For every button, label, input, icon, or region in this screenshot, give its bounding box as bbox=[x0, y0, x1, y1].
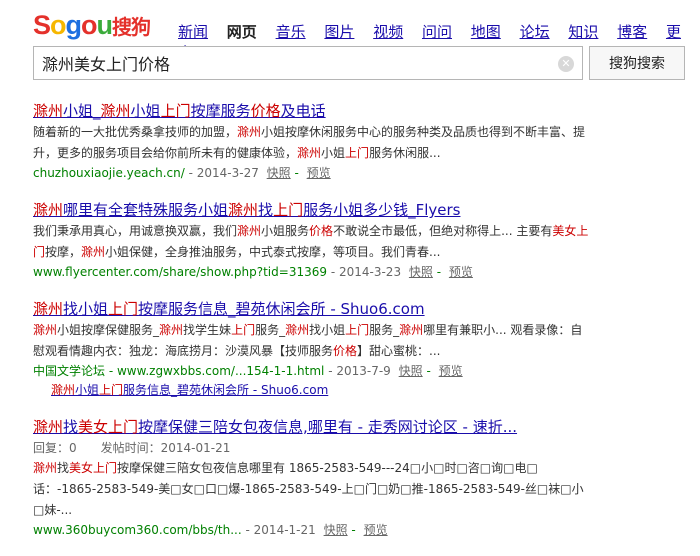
nav-item-news[interactable]: 新闻 bbox=[178, 23, 208, 41]
sogou-logo[interactable]: Sogou搜狗 bbox=[33, 10, 165, 40]
result-url-line: www.360buycom360.com/bbs/th... - 2014-1-… bbox=[33, 523, 388, 537]
snapshot-link[interactable]: 快照 bbox=[324, 523, 348, 537]
result-date: - 2014-3-27 bbox=[188, 166, 259, 180]
nav-item-forum[interactable]: 论坛 bbox=[520, 23, 550, 41]
result-item: 滁州找小姐上门按摩服务信息_碧苑休闲会所 - Shuo6.com 滁州小姐按摩保… bbox=[33, 298, 593, 400]
result-title[interactable]: 滁州哪里有全套特殊服务小姐滁州找上门服务小姐多少钱_Flyers bbox=[33, 199, 593, 221]
search-box: ✕ bbox=[33, 46, 583, 80]
nav-item-wenwen[interactable]: 问问 bbox=[422, 23, 452, 41]
result-site: 中国文学论坛 - bbox=[33, 364, 114, 378]
result-meta: 回复：0 发帖时间：2014-01-21 bbox=[33, 441, 231, 455]
search-button[interactable]: 搜狗搜索 bbox=[589, 46, 685, 80]
snapshot-link[interactable]: 快照 bbox=[267, 166, 291, 180]
search-input[interactable] bbox=[34, 47, 550, 79]
nav-item-blog[interactable]: 博客 bbox=[617, 23, 647, 41]
result-snippet: 我们秉承用真心，用诚意换双赢，我们滁州小姐服务价格不敢说全市最低，但绝对称得上.… bbox=[33, 224, 589, 259]
results-list: 滁州小姐_滁州小姐上门按摩服务价格及电话 随着新的一大批优秀桑拿技师的加盟，滁州… bbox=[33, 100, 593, 556]
result-sublink[interactable]: 滁州小姐上门服务信息_碧苑休闲会所 - Shuo6.com bbox=[33, 381, 593, 400]
result-item: 滁州小姐_滁州小姐上门按摩服务价格及电话 随着新的一大批优秀桑拿技师的加盟，滁州… bbox=[33, 100, 593, 183]
result-title[interactable]: 滁州找美女上门按摩保健三陪女包夜信息,哪里有 - 走秀网讨论区 - 速折... bbox=[33, 416, 593, 438]
nav-item-images[interactable]: 图片 bbox=[324, 23, 354, 41]
result-url-line: chuzhouxiaojie.yeach.cn/ - 2014-3-27 快照 … bbox=[33, 166, 331, 180]
result-date: - 2014-1-21 bbox=[245, 523, 316, 537]
nav-item-map[interactable]: 地图 bbox=[471, 23, 501, 41]
logo-wordmark: Sogou搜狗 bbox=[33, 10, 151, 40]
result-item: 滁州找美女上门按摩保健三陪女包夜信息,哪里有 - 走秀网讨论区 - 速折... … bbox=[33, 416, 593, 540]
result-url: www.360buycom360.com/bbs/th... bbox=[33, 523, 242, 537]
nav-item-knowledge[interactable]: 知识 bbox=[568, 23, 598, 41]
nav-item-web[interactable]: 网页 bbox=[227, 23, 257, 41]
result-url-line: www.flyercenter.com/share/show.php?tid=3… bbox=[33, 265, 473, 279]
snapshot-link[interactable]: 快照 bbox=[409, 265, 433, 279]
result-url: www.flyercenter.com/share/show.php?tid=3… bbox=[33, 265, 327, 279]
result-title[interactable]: 滁州找小姐上门按摩服务信息_碧苑休闲会所 - Shuo6.com bbox=[33, 298, 593, 320]
preview-link[interactable]: 预览 bbox=[307, 166, 331, 180]
preview-link[interactable]: 预览 bbox=[449, 265, 473, 279]
result-url: chuzhouxiaojie.yeach.cn/ bbox=[33, 166, 185, 180]
result-snippet: 滁州找美女上门按摩保健三陪女包夜信息哪里有 1865-2583-549---24… bbox=[33, 461, 584, 517]
preview-link[interactable]: 预览 bbox=[439, 364, 463, 378]
clear-icon[interactable]: ✕ bbox=[558, 56, 574, 72]
result-url-line: 中国文学论坛 - www.zgwxbbs.com/...154-1-1.html… bbox=[33, 364, 463, 378]
result-snippet: 滁州小姐按摩保健服务_滁州找学生妹上门服务_滁州找小姐上门服务_滁州哪里有兼职小… bbox=[33, 323, 583, 358]
result-title[interactable]: 滁州小姐_滁州小姐上门按摩服务价格及电话 bbox=[33, 100, 593, 122]
nav-item-music[interactable]: 音乐 bbox=[276, 23, 306, 41]
result-item: 滁州哪里有全套特殊服务小姐滁州找上门服务小姐多少钱_Flyers 我们秉承用真心… bbox=[33, 199, 593, 282]
preview-link[interactable]: 预览 bbox=[364, 523, 388, 537]
snapshot-link[interactable]: 快照 bbox=[399, 364, 423, 378]
nav-item-video[interactable]: 视频 bbox=[373, 23, 403, 41]
result-date: - 2014-3-23 bbox=[330, 265, 402, 279]
result-date: - 2013-7-9 bbox=[328, 364, 391, 378]
result-snippet: 随着新的一大批优秀桑拿技师的加盟，滁州小姐按摩休闲服务中心的服务种类及品质也得到… bbox=[33, 125, 586, 160]
result-url: www.zgwxbbs.com/...154-1-1.html bbox=[116, 364, 325, 378]
